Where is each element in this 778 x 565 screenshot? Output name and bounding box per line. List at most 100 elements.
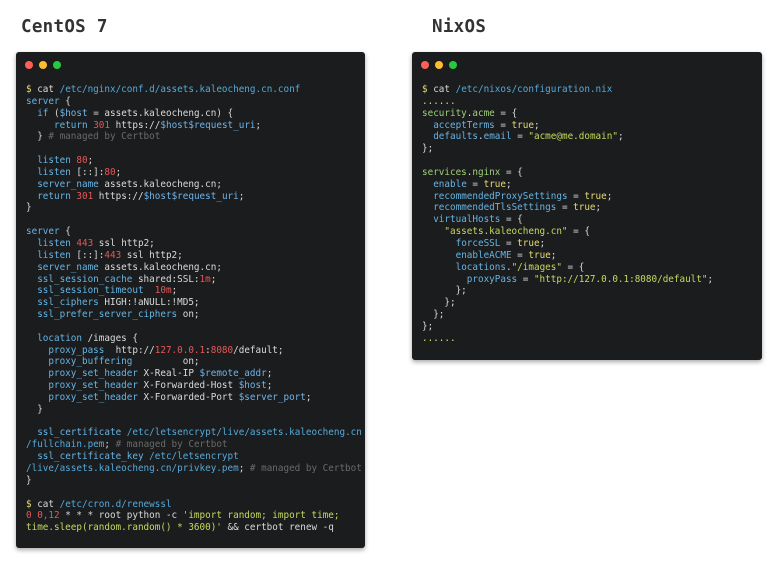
code-line: "assets.kaleocheng.cn" = {	[422, 226, 758, 238]
code-token: ssl_session_timeout	[37, 285, 144, 297]
code-token: ;	[505, 178, 512, 190]
code-token: cat	[433, 84, 456, 95]
code-token: listen	[37, 155, 71, 167]
code-token: return	[54, 119, 88, 131]
code-line: enableACME = true;	[422, 250, 758, 262]
code-token: "assets.kaleocheng.cn"	[444, 226, 568, 238]
code-token: ;	[266, 368, 273, 380]
code-token: $	[422, 84, 434, 95]
close-dot-icon[interactable]	[25, 61, 33, 69]
code-token: ;	[550, 249, 557, 261]
centos-terminal-window: $ cat /etc/nginx/conf.d/assets.kaleochen…	[16, 52, 365, 548]
code-token: ;	[238, 190, 245, 202]
maximize-dot-icon[interactable]	[449, 61, 457, 69]
code-token: proxy_set_header	[48, 391, 138, 403]
code-token: on;	[132, 356, 200, 368]
code-token: ;	[595, 202, 602, 214]
code-line: server_name assets.kaleocheng.cn;	[26, 262, 361, 274]
code-line: ssl_session_timeout 10m;	[26, 285, 361, 297]
code-token: };	[422, 320, 434, 332]
code-line: ssl_session_cache shared:SSL:1m;	[26, 274, 361, 286]
code-token: ssl_certificate_key	[37, 451, 144, 463]
code-token: ssl_session_cache	[37, 273, 133, 285]
centos-code-block: $ cat /etc/nginx/conf.d/assets.kaleochen…	[26, 84, 361, 534]
code-token: ;	[266, 380, 273, 392]
code-token: return	[37, 190, 71, 202]
close-dot-icon[interactable]	[421, 61, 429, 69]
code-token: 127.0.0.1	[154, 344, 206, 356]
code-token: (	[48, 107, 60, 119]
code-token: ......	[422, 332, 456, 344]
code-token: email	[483, 131, 512, 143]
code-line: $ cat /etc/nginx/conf.d/assets.kaleochen…	[26, 84, 361, 96]
code-token: /etc/letsencrypt/live/assets.kaleocheng.…	[126, 427, 361, 439]
code-token: = {	[500, 166, 523, 178]
code-line: forceSSL = true;	[422, 238, 758, 250]
code-line: } # managed by Certbot	[26, 131, 361, 143]
code-token: true	[483, 178, 506, 190]
maximize-dot-icon[interactable]	[53, 61, 61, 69]
code-line: return 301 https://$host$request_uri;	[26, 120, 361, 132]
code-token: true	[517, 237, 540, 249]
code-token: server_name	[37, 178, 99, 190]
code-token: =	[511, 249, 529, 261]
code-line: security.acme = {	[422, 108, 758, 120]
minimize-dot-icon[interactable]	[39, 61, 47, 69]
code-token: =	[511, 131, 529, 143]
code-token: true	[511, 119, 534, 131]
code-token: 443	[76, 237, 94, 249]
code-token: listen	[37, 166, 71, 178]
code-token: =	[500, 237, 518, 249]
code-token: https://	[110, 119, 161, 131]
code-token: recommendedTlsSettings	[433, 202, 557, 214]
code-line: }	[26, 404, 361, 416]
code-token: [::]:	[70, 249, 105, 261]
code-token: services	[422, 166, 467, 178]
code-token: ;	[87, 155, 94, 167]
code-token: location	[37, 332, 82, 344]
code-line: /fullchain.pem; # managed by Certbot	[26, 439, 361, 451]
code-token: $server_port	[238, 391, 306, 403]
code-line: }	[26, 475, 361, 487]
code-line: ......	[422, 333, 758, 345]
nixos-terminal-window: $ cat /etc/nixos/configuration.nix......…	[412, 52, 762, 360]
nixos-heading: NixOS	[432, 17, 487, 37]
code-line: listen 443 ssl http2;	[26, 238, 361, 250]
code-line: services.nginx = {	[422, 167, 758, 179]
code-token: };	[422, 143, 434, 155]
code-token: ssl http2;	[93, 237, 155, 249]
code-line: ssl_certificate_key /etc/letsencrypt	[26, 451, 361, 463]
code-line: 0 0,12 * * * root python -c 'import rand…	[26, 510, 361, 522]
code-token: proxy_pass	[48, 344, 105, 356]
code-token: ;	[707, 273, 714, 285]
code-token: $host	[238, 380, 267, 392]
minimize-dot-icon[interactable]	[435, 61, 443, 69]
code-token: /fullchain.pem	[26, 439, 105, 451]
code-line: server {	[26, 96, 361, 108]
code-token: }	[26, 202, 32, 214]
code-line: virtualHosts = {	[422, 214, 758, 226]
code-line: server_name assets.kaleocheng.cn;	[26, 179, 361, 191]
code-token: /etc/cron.d/renewssl	[59, 498, 172, 510]
code-token: =	[567, 190, 585, 202]
code-token: if	[37, 107, 49, 119]
code-token: enableACME	[455, 249, 512, 261]
code-token: /live/assets.kaleocheng.cn/privkey.pem	[26, 463, 239, 474]
code-token: = {	[561, 261, 585, 273]
